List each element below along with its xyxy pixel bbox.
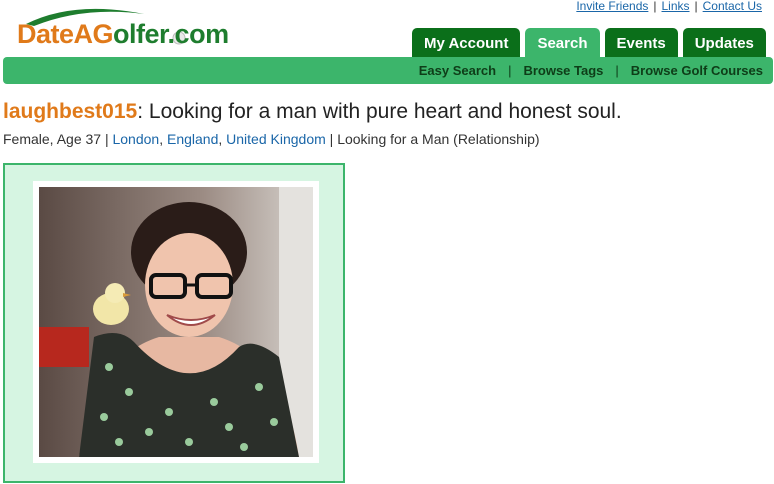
logo-text-o: o xyxy=(113,19,130,49)
gender-age: Female, Age 37 | xyxy=(3,131,113,147)
profile-headline: laughbest015: Looking for a man with pur… xyxy=(3,100,622,124)
top-links: Invite Friends | Links | Contact Us xyxy=(576,0,762,13)
logo-text-o2: o xyxy=(189,19,206,49)
country-link[interactable]: United Kingdom xyxy=(226,131,326,147)
tab-events[interactable]: Events xyxy=(604,28,678,57)
tab-search[interactable]: Search xyxy=(525,28,600,57)
profile-username: laughbest015 xyxy=(3,100,138,123)
profile-details: Female, Age 37 | London, England, United… xyxy=(3,131,540,147)
city-link[interactable]: London xyxy=(112,131,159,147)
contact-us-link[interactable]: Contact Us xyxy=(703,0,762,13)
main-tabs: My Account Search Events Updates xyxy=(412,28,766,57)
profile-photo-frame xyxy=(3,163,345,483)
profile-tagline: : Looking for a man with pure heart and … xyxy=(137,100,622,123)
photo-mat xyxy=(33,181,319,463)
easy-search-link[interactable]: Easy Search xyxy=(419,63,496,78)
separator: | xyxy=(653,0,657,13)
logo-text-1: DateAG xyxy=(17,19,114,49)
browse-tags-link[interactable]: Browse Tags xyxy=(523,63,603,78)
separator: | xyxy=(508,63,512,78)
sub-navigation: Easy Search | Browse Tags | Browse Golf Cour… xyxy=(3,57,773,84)
logo-text: DateAGolfer.com xyxy=(17,19,229,50)
separator: | xyxy=(694,0,698,13)
logo-text-2: lfer.c xyxy=(129,19,190,49)
profile-photo-image xyxy=(39,187,313,457)
region-link[interactable]: England xyxy=(167,131,218,147)
profile-photo[interactable] xyxy=(39,187,313,457)
seeking-text: | Looking for a Man (Relationship) xyxy=(325,131,540,147)
links-link[interactable]: Links xyxy=(662,0,690,13)
tab-updates[interactable]: Updates xyxy=(682,28,766,57)
site-logo[interactable]: DateAGolfer.com xyxy=(14,2,229,52)
tab-my-account[interactable]: My Account xyxy=(412,28,521,57)
browse-golf-courses-link[interactable]: Browse Golf Courses xyxy=(631,63,763,78)
separator: | xyxy=(615,63,619,78)
logo-text-3: m xyxy=(205,19,229,49)
invite-friends-link[interactable]: Invite Friends xyxy=(576,0,648,13)
